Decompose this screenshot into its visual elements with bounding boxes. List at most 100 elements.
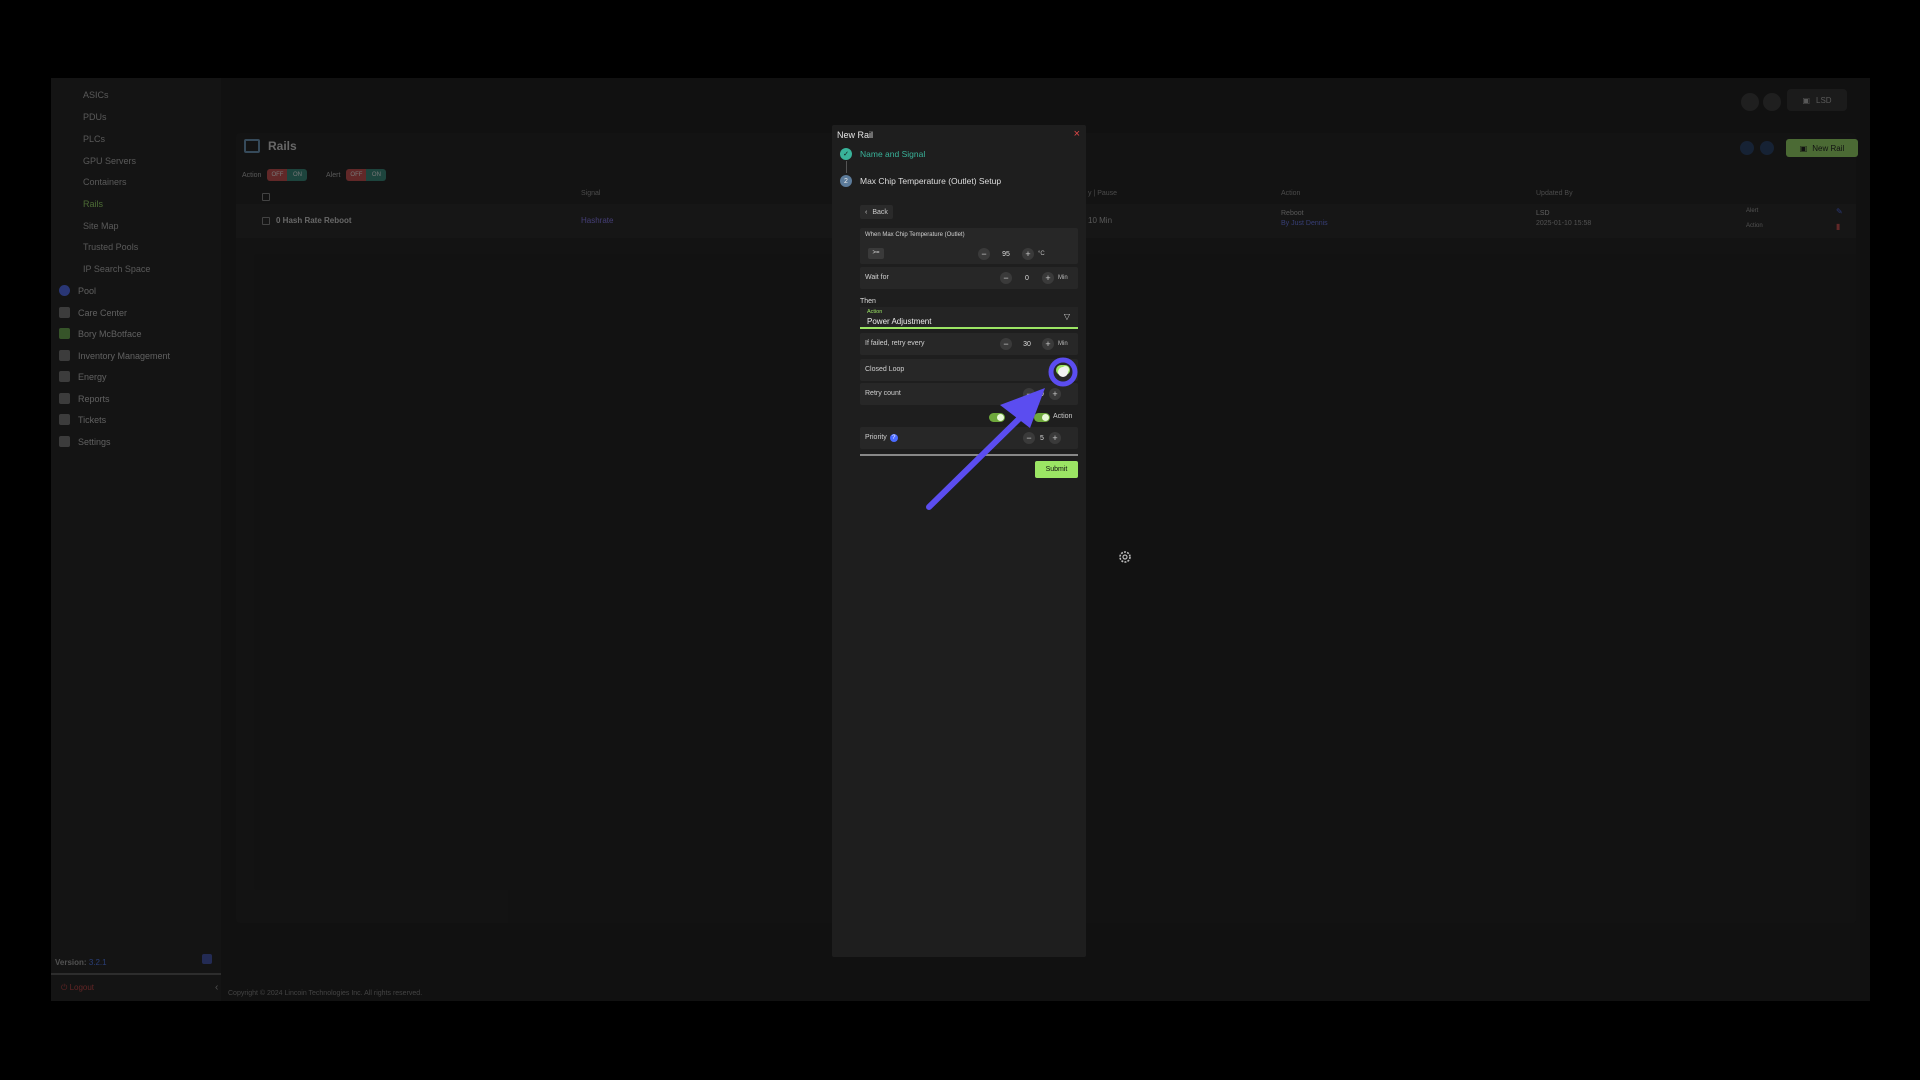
delete-icon[interactable]: ▮ [1836,222,1840,231]
submit-button[interactable]: Submit [1035,461,1078,478]
close-icon[interactable]: × [1074,128,1080,140]
decrement-button[interactable]: − [1000,338,1012,350]
user-menu-button[interactable]: ▣ LSD [1787,89,1847,111]
sidebar-item-bot[interactable]: Bory McBotface [59,328,142,339]
logout-button[interactable]: ⏻ Logout [61,983,94,993]
priority-card: Priority? − 5 + [860,427,1078,449]
sidebar-item-gpu-servers[interactable]: GPU Servers [83,156,136,166]
wait-unit: Min [1058,275,1068,281]
sidebar-item-site-map[interactable]: Site Map [83,221,119,231]
rail-delay: 10 Min [1088,216,1113,225]
retry-interval-card: If failed, retry every − 30 + Min [860,333,1078,355]
step-number: 2 [840,175,852,187]
action-filter-toggle[interactable]: OFF ON [267,169,308,181]
settings-icon [59,436,70,447]
bot-icon [59,328,70,339]
operator-select[interactable]: >= [868,248,884,259]
wait-value[interactable]: 0 [1012,275,1042,282]
phone-icon[interactable] [1760,141,1774,155]
back-button[interactable]: ‹ Back [860,205,893,219]
page-title: Rails [244,139,297,153]
increment-button[interactable]: + [1022,248,1034,260]
retry-count-stepper[interactable]: − 0 + [1023,388,1061,400]
wait-card: Wait for − 0 + Min [860,267,1078,289]
step-name-and-signal[interactable]: ✓ Name and Signal [840,148,925,160]
sidebar-divider [51,973,221,975]
sidebar-item-trusted-pools[interactable]: Trusted Pools [83,242,138,252]
column-action: Action [1281,190,1301,197]
action-notify-toggle[interactable] [1034,413,1050,422]
then-label: Then [860,298,876,305]
select-all-checkbox[interactable] [262,193,270,201]
sidebar-item-plcs[interactable]: PLCs [83,134,105,144]
footer-copyright: Copyright © 2024 Lincoin Technologies In… [228,990,423,997]
action-select-value: Power Adjustment [867,317,932,326]
alert-notify-toggle[interactable] [989,413,1005,422]
alert-filter[interactable]: Alert OFF ON [326,169,387,181]
retry-count-card: Retry count − 0 + [860,383,1078,405]
decrement-button[interactable]: − [1023,388,1035,400]
closed-loop-toggle[interactable] [1056,365,1070,375]
help-icon[interactable]: ? [889,434,898,442]
retry-interval-stepper[interactable]: − 30 + Min [1000,338,1068,350]
version-info: Version: 3.2.1 [55,958,107,967]
add-icon: ▣ [1799,143,1808,153]
refresh-icon[interactable] [1740,141,1754,155]
rail-action-by: By Just Dennis [1281,220,1328,227]
sidebar-item-rails[interactable]: Rails [83,199,103,209]
sidebar-item-inventory[interactable]: Inventory Management [59,350,170,361]
gear-icon[interactable] [1117,549,1133,565]
retry-interval-unit: Min [1058,341,1068,347]
increment-button[interactable]: + [1049,432,1061,444]
threshold-unit: °C [1038,251,1045,257]
collapse-sidebar-icon[interactable]: ‹ [215,982,218,993]
cloud-icon[interactable] [1763,93,1781,111]
form-divider [860,454,1078,456]
retry-interval-value[interactable]: 30 [1012,341,1042,348]
row-checkbox[interactable] [262,217,270,225]
sidebar-item-care-center[interactable]: Care Center [59,307,127,318]
sidebar-item-reports[interactable]: Reports [59,393,110,404]
retry-count-label: Retry count [865,390,901,397]
alert-filter-toggle[interactable]: OFF ON [346,169,387,181]
rail-signal: Hashrate [581,216,614,225]
increment-button[interactable]: + [1042,272,1054,284]
action-select-label: Action [867,309,883,315]
sidebar-item-ip-search-space[interactable]: IP Search Space [83,264,150,274]
inventory-icon [59,350,70,361]
threshold-value[interactable]: 95 [990,251,1022,258]
action-select[interactable]: Action Power Adjustment ▽ [860,307,1078,329]
bell-icon[interactable] [1741,93,1759,111]
sidebar-item-asics[interactable]: ASICs [83,90,109,100]
sidebar-item-settings[interactable]: Settings [59,436,111,447]
sidebar-item-pool[interactable]: Pool [59,285,96,296]
increment-button[interactable]: + [1042,338,1054,350]
row-alert-label: Alert [1746,208,1759,214]
action-notify-label: Action [1053,413,1073,420]
decrement-button[interactable]: − [1000,272,1012,284]
sidebar-item-pdus[interactable]: PDUs [83,112,107,122]
action-filter[interactable]: Action OFF ON [242,169,308,181]
new-rail-button[interactable]: ▣ New Rail [1786,139,1858,157]
wait-stepper[interactable]: − 0 + Min [1000,272,1068,284]
decrement-button[interactable]: − [1023,432,1035,444]
increment-button[interactable]: + [1049,388,1061,400]
retry-count-value[interactable]: 0 [1035,391,1049,398]
decrement-button[interactable]: − [978,248,990,260]
priority-stepper[interactable]: − 5 + [1023,432,1061,444]
priority-value[interactable]: 5 [1035,435,1049,442]
rails-icon [244,139,260,153]
chevron-left-icon: ‹ [865,208,868,216]
sidebar-item-containers[interactable]: Containers [83,177,127,187]
sidebar-item-energy[interactable]: Energy [59,371,107,382]
chevron-down-icon: ▽ [1063,312,1070,321]
reports-icon [59,393,70,404]
threshold-stepper[interactable]: − 95 + °C [978,248,1045,260]
column-delay: y | Pause [1088,190,1118,197]
check-icon: ✓ [840,148,852,160]
rail-name[interactable]: 0 Hash Rate Reboot [276,216,352,225]
sidebar-item-tickets[interactable]: Tickets [59,414,106,425]
edit-icon[interactable]: ✎ [1836,207,1843,216]
rail-updated-by: LSD [1536,210,1550,217]
rail-action: Reboot [1281,210,1304,217]
